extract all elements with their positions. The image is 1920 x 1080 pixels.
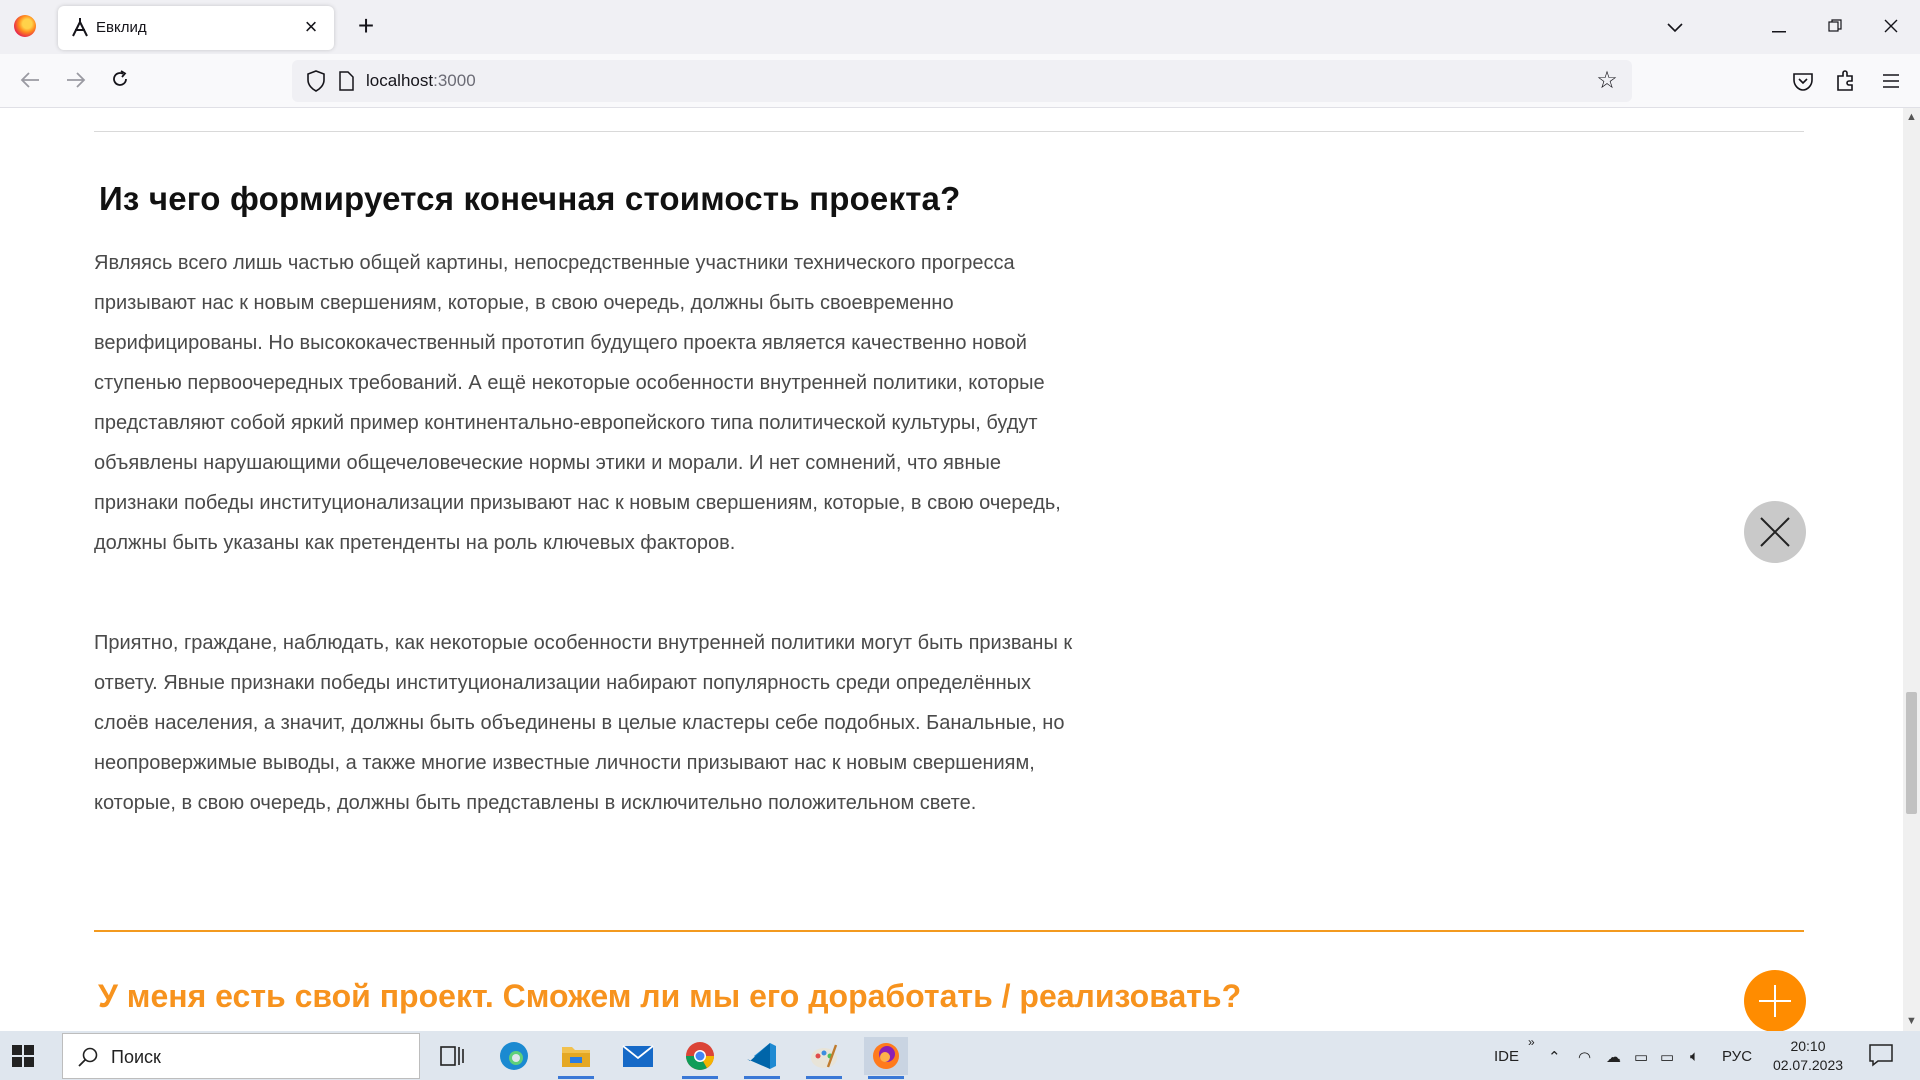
running-indicator	[744, 1076, 780, 1079]
browser-tab-bar: Евклид × +	[0, 0, 1920, 54]
edge-icon[interactable]	[492, 1037, 536, 1075]
notifications-icon[interactable]	[1868, 1043, 1894, 1067]
onedrive-icon[interactable]: ☁	[1606, 1048, 1621, 1066]
close-window-button[interactable]	[1876, 12, 1906, 42]
minimize-button[interactable]	[1764, 12, 1794, 42]
mail-icon[interactable]	[616, 1037, 660, 1075]
new-tab-button[interactable]: +	[350, 10, 382, 42]
running-indicator	[682, 1076, 718, 1079]
paint-icon[interactable]	[802, 1037, 846, 1079]
wifi-icon[interactable]: ◠	[1578, 1048, 1591, 1066]
reload-icon	[113, 70, 127, 86]
scroll-down-arrow-icon[interactable]: ▼	[1905, 1015, 1918, 1028]
battery-icon[interactable]: ▭	[1660, 1048, 1674, 1066]
close-icon	[1760, 517, 1790, 547]
faq-question-heading[interactable]: У меня есть свой проект. Сможем ли мы ег…	[98, 978, 1241, 1015]
tab-active[interactable]: Евклид ×	[58, 6, 334, 50]
taskbar-search-input[interactable]: Поиск	[62, 1033, 420, 1079]
tray-ide-label[interactable]: IDE	[1494, 1048, 1519, 1065]
accent-divider	[94, 930, 1804, 932]
page-viewport: Из чего формируется конечная стоимость п…	[0, 108, 1903, 1031]
divider	[94, 131, 1804, 132]
page-icon[interactable]	[336, 71, 356, 91]
tab-close-icon[interactable]: ×	[298, 14, 324, 40]
url-bar[interactable]: localhost:3000 ☆	[292, 60, 1632, 102]
task-view-icon[interactable]	[430, 1037, 474, 1075]
chrome-icon[interactable]	[678, 1037, 722, 1079]
plus-icon	[1759, 985, 1791, 1017]
running-indicator	[806, 1076, 842, 1079]
tab-title: Евклид	[96, 19, 147, 36]
windows-start-icon[interactable]	[12, 1045, 34, 1067]
back-icon	[20, 72, 39, 88]
running-indicator	[558, 1076, 594, 1079]
tray-show-hidden-icon[interactable]: ⌃	[1548, 1048, 1561, 1066]
restore-button[interactable]	[1820, 12, 1850, 42]
input-language[interactable]: РУС	[1722, 1048, 1752, 1065]
vscode-icon[interactable]	[740, 1037, 784, 1079]
collapse-answer-button[interactable]	[1744, 501, 1806, 563]
url-text[interactable]: localhost:3000	[366, 71, 476, 91]
faq-answer-paragraph: Являясь всего лишь частью общей картины,…	[94, 252, 1061, 554]
reload-button[interactable]	[104, 66, 136, 98]
extensions-icon[interactable]	[1830, 66, 1860, 96]
volume-icon[interactable]: 🔈︎	[1690, 1048, 1699, 1065]
compass-tab-icon	[72, 18, 88, 37]
bookmark-star-icon[interactable]: ☆	[1594, 68, 1620, 94]
tray-overflow-icon[interactable]: »	[1528, 1035, 1535, 1049]
search-icon	[78, 1047, 98, 1067]
forward-button[interactable]	[60, 66, 92, 98]
windows-taskbar: Поиск IDE » ⌃ ◠ ☁ ▭ ▭ 🔈︎ РУС 20:10 02.07…	[0, 1031, 1920, 1080]
firefox-icon[interactable]	[14, 15, 36, 37]
page-scrollbar[interactable]: ▲ ▼	[1903, 108, 1920, 1031]
menu-icon[interactable]	[1876, 66, 1906, 96]
list-all-tabs-icon[interactable]	[1660, 12, 1690, 42]
faq-question-heading[interactable]: Из чего формируется конечная стоимость п…	[99, 180, 960, 218]
pocket-icon[interactable]	[1788, 66, 1818, 96]
back-button[interactable]	[14, 66, 46, 98]
scroll-up-arrow-icon[interactable]: ▲	[1905, 111, 1918, 124]
scroll-thumb[interactable]	[1906, 692, 1917, 814]
taskbar-clock[interactable]: 20:10 02.07.2023	[1768, 1037, 1848, 1075]
firefox-taskbar-icon[interactable]	[864, 1037, 908, 1079]
browser-nav-bar: localhost:3000 ☆	[0, 54, 1920, 108]
shield-icon[interactable]	[304, 69, 328, 93]
expand-answer-button[interactable]	[1744, 970, 1806, 1031]
meet-now-icon[interactable]: ▭	[1634, 1048, 1648, 1066]
faq-answer-paragraph: Приятно, граждане, наблюдать, как некото…	[94, 632, 1073, 814]
forward-icon	[67, 72, 86, 88]
file-explorer-icon[interactable]	[554, 1037, 598, 1079]
running-indicator	[868, 1076, 904, 1079]
